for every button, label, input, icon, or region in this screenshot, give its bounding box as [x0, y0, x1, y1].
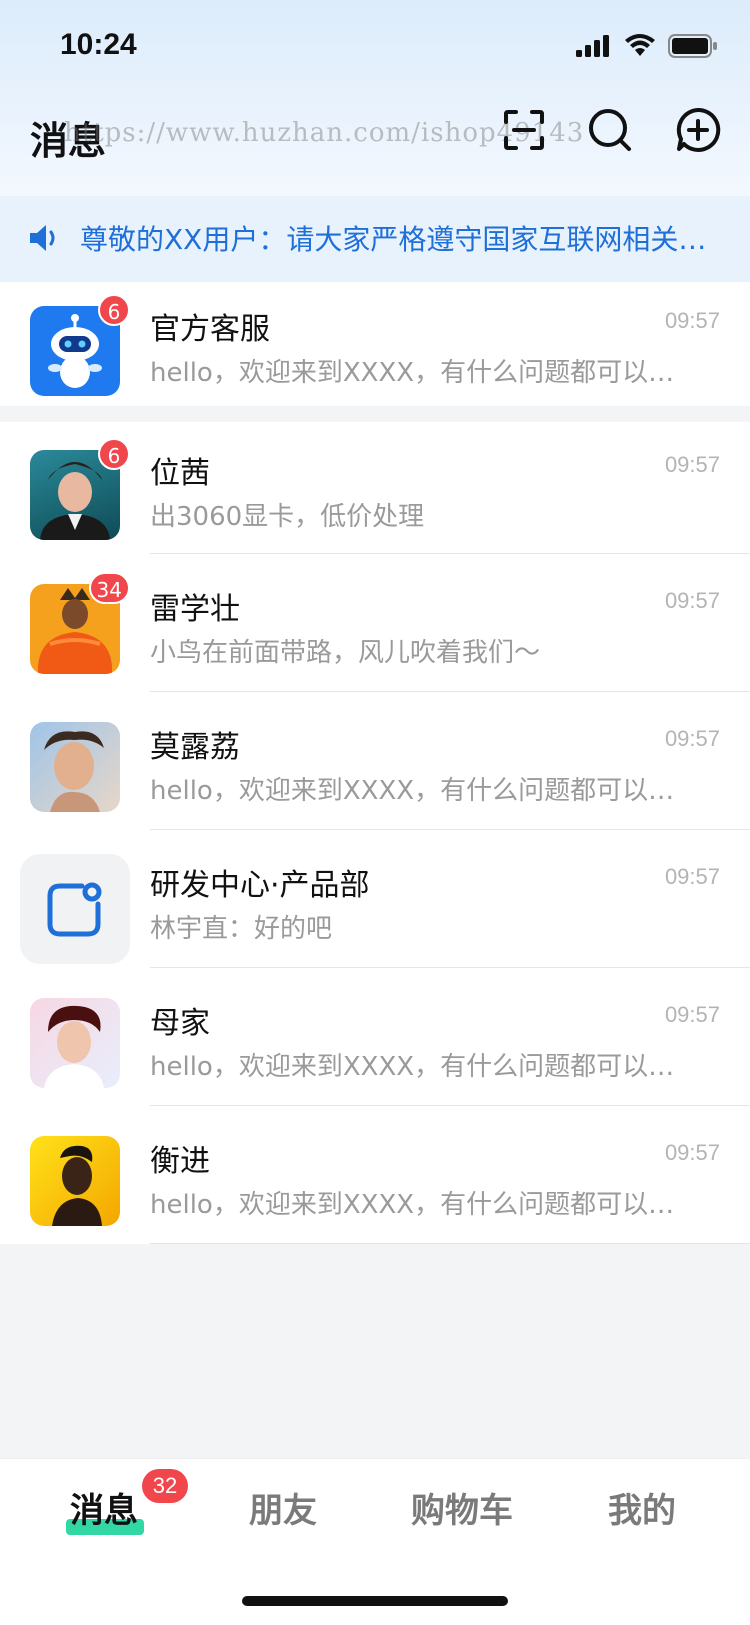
divider [150, 1243, 750, 1244]
person-photo-icon [44, 731, 104, 812]
tab-mine[interactable]: 我的 [608, 1483, 676, 1532]
chat-item[interactable]: 34 雷学壮 09:57 小鸟在前面带路，风儿吹着我们～ [0, 554, 750, 692]
chat-preview: 出3060显卡，低价处理 [150, 502, 425, 532]
chat-preview: hello，欢迎来到XXXX，有什么问题都可以… [150, 1052, 675, 1082]
chat-preview: hello，欢迎来到XXXX，有什么问题都可以… [150, 1190, 675, 1220]
chat-preview: 小鸟在前面带路，风儿吹着我们～ [150, 638, 541, 668]
chat-name: 研发中心·产品部 [150, 868, 370, 903]
chat-name: 衡进 [150, 1144, 210, 1179]
chat-time: 09:57 [664, 1140, 720, 1165]
person-photo-icon [52, 1145, 102, 1226]
home-indicator[interactable] [242, 1596, 508, 1606]
avatar [30, 998, 120, 1088]
notice-text: 尊敬的XX用户：请大家严格遵守国家互联网相关… [80, 223, 707, 256]
chat-time: 09:57 [664, 864, 720, 889]
chat-time: 09:57 [664, 726, 720, 751]
chat-time: 09:57 [664, 588, 720, 613]
person-photo-icon [44, 1005, 104, 1088]
signal-icon [576, 35, 609, 57]
chat-preview: hello，欢迎来到XXXX，有什么问题都可以… [150, 776, 675, 806]
speaker-icon [30, 225, 55, 251]
chat-preview: 林宇直：好的吧 [150, 914, 333, 944]
chat-name: 位茜 [150, 456, 210, 491]
chat-name: 莫露荔 [150, 730, 240, 765]
avatar [30, 722, 120, 812]
header: 消息 https://www.huzhan.com/ishop49143 [0, 96, 750, 188]
unread-badge: 34 [88, 572, 130, 604]
group-chat-icon [47, 882, 102, 937]
status-time: 10:24 [60, 28, 137, 61]
chat-name: 官方客服 [150, 312, 270, 347]
wifi-icon [625, 34, 655, 56]
add-chat-icon[interactable] [674, 106, 722, 154]
chat-item[interactable]: 6 位茜 09:57 出3060显卡，低价处理 [0, 422, 750, 554]
unread-badge: 6 [98, 294, 130, 326]
chat-name: 雷学壮 [150, 592, 240, 627]
avatar: 34 [30, 572, 130, 674]
scan-icon[interactable] [500, 106, 548, 154]
unread-badge: 6 [98, 438, 130, 470]
avatar: 6 [30, 294, 130, 396]
status-icons [576, 34, 718, 58]
avatar [30, 1136, 120, 1226]
battery-icon [668, 34, 717, 58]
notice-banner[interactable]: 尊敬的XX用户：请大家严格遵守国家互联网相关… [0, 196, 750, 282]
chat-time: 09:57 [664, 452, 720, 477]
chat-time: 09:57 [664, 308, 720, 333]
tab-messages-badge: 32 [142, 1469, 188, 1503]
chat-time: 09:57 [664, 1002, 720, 1027]
chat-item-group[interactable]: 研发中心·产品部 09:57 林宇直：好的吧 [0, 830, 750, 968]
avatar [20, 854, 130, 964]
chat-item-official-service[interactable]: 6 官方客服 09:57 hello，欢迎来到XXXX，有什么问题都可以… [0, 282, 750, 406]
tab-cart[interactable]: 购物车 [411, 1483, 513, 1532]
tab-messages[interactable]: 消息 [70, 1483, 138, 1532]
search-icon[interactable] [586, 106, 634, 154]
chat-item[interactable]: 衡进 09:57 hello，欢迎来到XXXX，有什么问题都可以… [0, 1106, 750, 1244]
tab-friends[interactable]: 朋友 [249, 1483, 317, 1532]
chat-preview: hello，欢迎来到XXXX，有什么问题都可以… [150, 358, 675, 388]
chat-item[interactable]: 莫露荔 09:57 hello，欢迎来到XXXX，有什么问题都可以… [0, 692, 750, 830]
chat-name: 母家 [150, 1006, 210, 1041]
avatar: 6 [30, 438, 130, 540]
chat-item[interactable]: 母家 09:57 hello，欢迎来到XXXX，有什么问题都可以… [0, 968, 750, 1106]
status-bar: 10:24 [0, 0, 750, 88]
